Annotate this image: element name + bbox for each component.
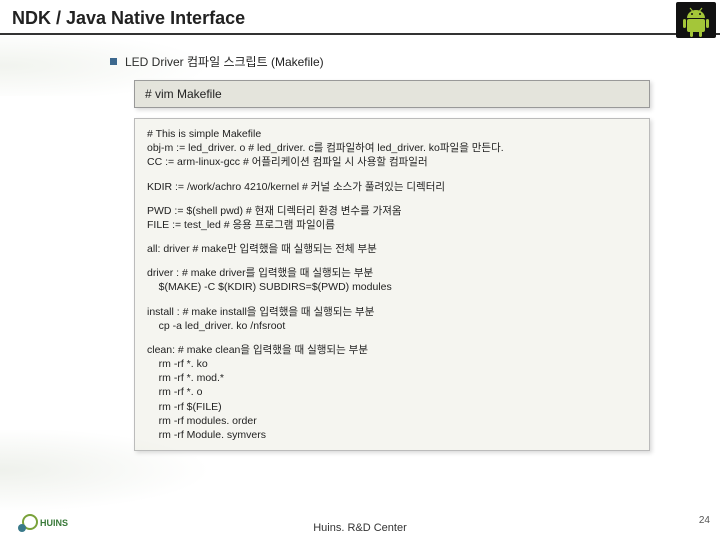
bullet-text: LED Driver 컴파일 스크립트 (Makefile) — [125, 53, 324, 70]
footer-text: Huins. R&D Center — [0, 522, 720, 534]
vim-command: # vim Makefile — [145, 87, 222, 101]
code-block-3: PWD := $(shell pwd) # 현재 디렉터리 환경 변수를 가져옴… — [147, 204, 637, 232]
code-block-1: # This is simple Makefile obj-m := led_d… — [147, 127, 637, 170]
code-block-7: clean: # make clean을 입력했을 때 실행되는 부분 rm -… — [147, 343, 637, 442]
title-bar: NDK / Java Native Interface — [0, 0, 720, 35]
page-number: 24 — [699, 515, 710, 526]
makefile-code-box: # This is simple Makefile obj-m := led_d… — [134, 118, 650, 451]
content-area: LED Driver 컴파일 스크립트 (Makefile) # vim Mak… — [0, 35, 720, 451]
code-block-5: driver : # make driver를 입력했을 때 실행되는 부분 $… — [147, 266, 637, 294]
page-title: NDK / Java Native Interface — [12, 8, 708, 29]
code-block-4: all: driver # make만 입력했을 때 실행되는 전체 부분 — [147, 242, 637, 256]
android-icon — [676, 2, 716, 38]
bullet-line: LED Driver 컴파일 스크립트 (Makefile) — [110, 53, 720, 70]
code-block-2: KDIR := /work/achro 4210/kernel # 커널 소스가… — [147, 180, 637, 194]
vim-command-box: # vim Makefile — [134, 80, 650, 108]
bullet-square — [110, 58, 117, 65]
code-block-6: install : # make install을 입력했을 때 실행되는 부분… — [147, 305, 637, 333]
